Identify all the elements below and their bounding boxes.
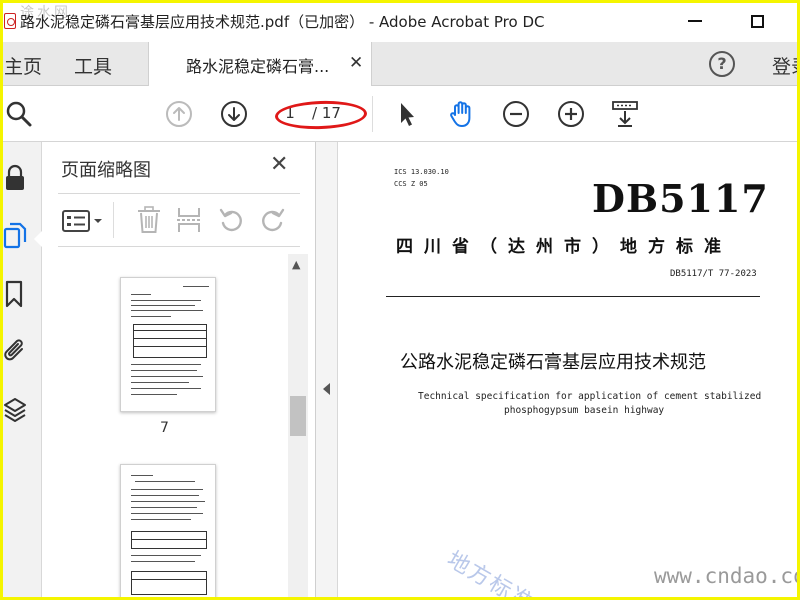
panel-divider-2 [58, 246, 300, 247]
thumb-text-line [131, 370, 197, 371]
thumb-text-line [131, 489, 203, 490]
document-title-en-line1: Technical specification for application … [418, 391, 762, 402]
page-thumbnail[interactable] [120, 464, 216, 600]
scroll-up-icon[interactable]: ▲ [292, 258, 300, 271]
thumb-table [131, 531, 207, 549]
thumb-text-line [131, 519, 191, 520]
scrollbar-thumb[interactable] [290, 396, 306, 436]
layers-icon[interactable] [3, 396, 27, 424]
minimize-button[interactable] [675, 6, 715, 36]
thumb-text-line [131, 305, 195, 306]
thumb-text-line [131, 394, 177, 395]
maximize-button[interactable] [737, 6, 777, 36]
thumbnail-toolbar [42, 198, 316, 242]
thumbnail-scrollbar[interactable]: ▲ [288, 254, 308, 600]
toolbar-divider [372, 96, 373, 132]
tab-tools[interactable]: 工具 [74, 52, 112, 79]
thumb-table-line [133, 330, 207, 331]
thumb-text-line [131, 364, 201, 365]
thumb-text-line [131, 294, 151, 295]
previous-page-icon[interactable] [164, 99, 194, 129]
page-thumbnails-panel: 页面缩略图 ✕ 7 ▲ [42, 142, 316, 600]
bookmark-icon[interactable] [3, 280, 27, 308]
page-display-icon[interactable] [610, 99, 640, 129]
next-page-icon[interactable] [219, 99, 249, 129]
db-code: DB5117 [592, 176, 769, 221]
diagonal-watermark: 地方标准信 [442, 547, 559, 600]
pages-icon[interactable] [3, 222, 27, 250]
zoom-in-icon[interactable] [556, 99, 586, 129]
minimize-icon [688, 20, 702, 22]
region-standard-heading: 四川省（达州市）地方标准 [396, 237, 732, 257]
thumbnail-page-label: 7 [160, 420, 169, 436]
thumb-text-line [131, 382, 189, 383]
thumb-table-line [131, 539, 207, 540]
maximize-icon [750, 14, 764, 28]
search-icon[interactable] [4, 99, 34, 129]
panel-divider [58, 193, 300, 194]
header-rule [386, 296, 760, 297]
acrobat-app-icon [4, 13, 16, 29]
thumb-text-line [131, 310, 203, 311]
rotate-left-icon[interactable] [218, 206, 246, 234]
thumb-text-line [131, 513, 203, 514]
document-tab-label: 路水泥稳定磷石膏... [186, 57, 330, 76]
thumbnail-list: 7 [42, 252, 286, 600]
thumb-text-line [131, 495, 199, 496]
thumb-text-line [131, 300, 201, 301]
left-icon-rail [0, 142, 42, 600]
close-tab-icon[interactable]: ✕ [349, 53, 363, 73]
zoom-out-icon[interactable] [501, 99, 531, 129]
thumb-text-line [135, 481, 195, 482]
thumb-table-line [131, 579, 207, 580]
toolbar: 1 / 17 [0, 86, 800, 142]
document-title-cn: 公路水泥稳定磷石膏基层应用技术规范 [400, 352, 706, 373]
site-watermark: www.cndao.com [654, 564, 800, 588]
options-icon[interactable] [62, 208, 104, 236]
thumb-text-line [131, 388, 201, 389]
standard-number: DB5117/T 77-2023 [670, 269, 757, 279]
thumb-text-line [183, 286, 209, 287]
thumb-text-line [131, 507, 197, 508]
ics-code: ICS 13.030.10 [394, 168, 449, 176]
ccs-code: CCS Z 05 [394, 180, 428, 188]
hand-icon[interactable] [446, 99, 476, 129]
panel-tools-divider [113, 202, 114, 238]
thumb-text-line [131, 555, 201, 556]
thumb-text-line [131, 501, 205, 502]
thumb-text-line [131, 475, 153, 476]
collapse-left-icon[interactable] [323, 383, 330, 395]
thumb-text-line [131, 376, 203, 377]
thumb-text-line [131, 561, 195, 562]
delete-icon[interactable] [136, 206, 162, 234]
panel-title: 页面缩略图 [61, 160, 151, 181]
window-title: 路水泥稳定磷石膏基层应用技术规范.pdf（已加密） - Adobe Acroba… [20, 13, 545, 31]
rotate-right-icon[interactable] [258, 206, 286, 234]
page-thumbnail[interactable] [120, 277, 216, 412]
attachment-icon[interactable] [3, 336, 27, 364]
tab-bar: 主页 工具 路水泥稳定磷石膏... ✕ ? 登录 [0, 42, 800, 86]
close-panel-icon[interactable]: ✕ [270, 152, 288, 177]
select-arrow-icon[interactable] [392, 99, 422, 129]
thumb-table-line [133, 346, 207, 347]
extract-icon[interactable] [176, 206, 202, 234]
panel-collapse-handle[interactable] [316, 142, 338, 600]
page-total: / 17 [312, 104, 341, 122]
document-view: ICS 13.030.10 CCS Z 05 DB5117 四川省（达州市）地方… [338, 142, 800, 600]
help-icon[interactable]: ? [709, 51, 735, 77]
thumb-table [131, 571, 207, 595]
tab-document[interactable]: 路水泥稳定磷石膏... ✕ [148, 42, 372, 86]
active-rail-indicator [34, 231, 42, 247]
page-number-input[interactable]: 1 [276, 101, 304, 125]
login-link[interactable]: 登录 [772, 52, 800, 79]
lock-icon[interactable] [3, 164, 27, 192]
thumb-text-line [131, 316, 171, 317]
document-title-en-line2: phosphogypsum basein highway [504, 405, 665, 416]
tab-home[interactable]: 主页 [4, 52, 42, 79]
thumb-table-line [133, 338, 207, 339]
title-bar: 途水网 路水泥稳定磷石膏基层应用技术规范.pdf（已加密） - Adobe Ac… [0, 0, 800, 42]
